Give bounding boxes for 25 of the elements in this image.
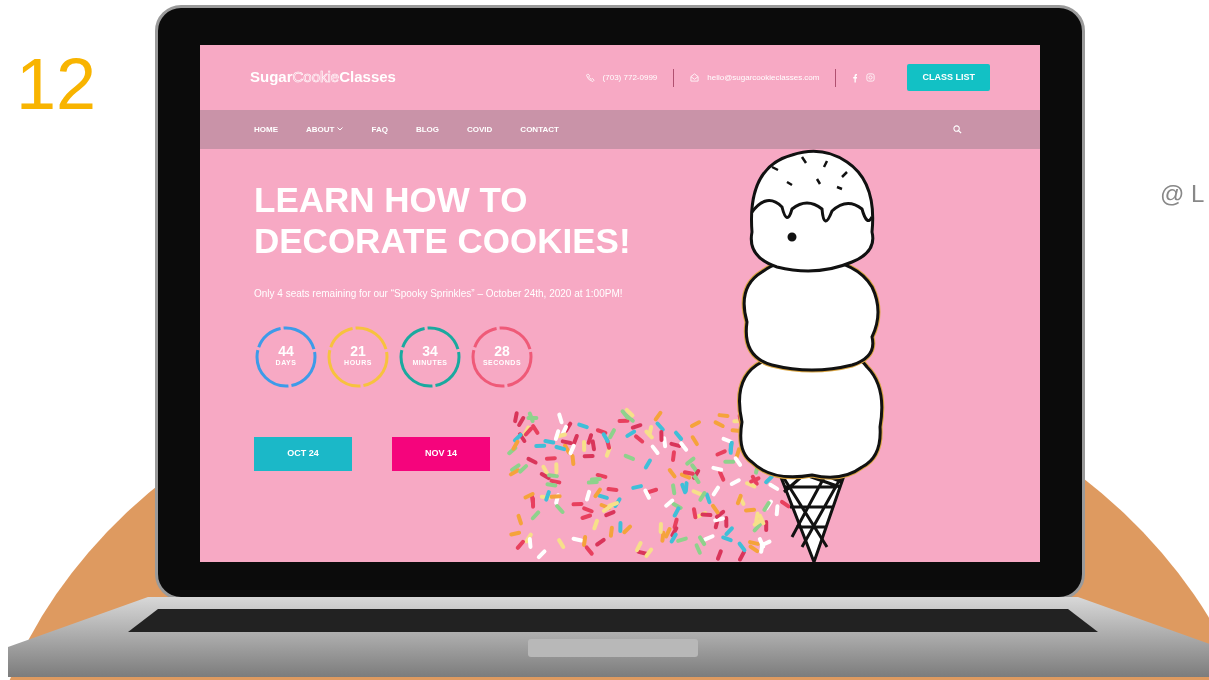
nav-link[interactable]: FAQ [371,123,388,136]
search-icon[interactable] [953,125,962,134]
corner-text: @ L [1160,179,1205,209]
logo-text[interactable]: SugarCookieClasses [250,66,396,89]
countdown-number: 28 [494,344,510,359]
date-button[interactable]: NOV 14 [392,436,490,471]
envelope-icon [690,73,700,82]
date-button[interactable]: OCT 24 [254,436,352,471]
phone-icon [585,73,595,82]
nav-link[interactable]: BLOG [415,123,439,136]
facebook-icon[interactable] [852,72,859,83]
phone-number: (703) 772-0999 [602,71,658,84]
instagram-icon[interactable] [866,73,876,82]
countdown-number: 44 [278,344,294,359]
hero-subtitle: Only 4 seats remaining for our “Spooky Sprinkles” – October 24th, 2020 at 1:00PM! [254,286,624,301]
slide-number: 12 [16,48,97,120]
class-list-button[interactable]: CLASS LIST [907,63,990,92]
countdown-number: 21 [350,344,366,359]
nav-link[interactable]: HOME [254,123,278,136]
nav-link[interactable]: CONTACT [520,123,559,136]
email-link[interactable]: hello@sugarcookieclasses.com [707,71,820,84]
countdown-number: 34 [422,344,438,359]
hero-heading: LEARN HOW TO DECORATE COOKIES! [254,179,632,262]
nav-link[interactable]: COVID [467,123,493,136]
nav-link[interactable]: ABOUT [306,123,344,136]
